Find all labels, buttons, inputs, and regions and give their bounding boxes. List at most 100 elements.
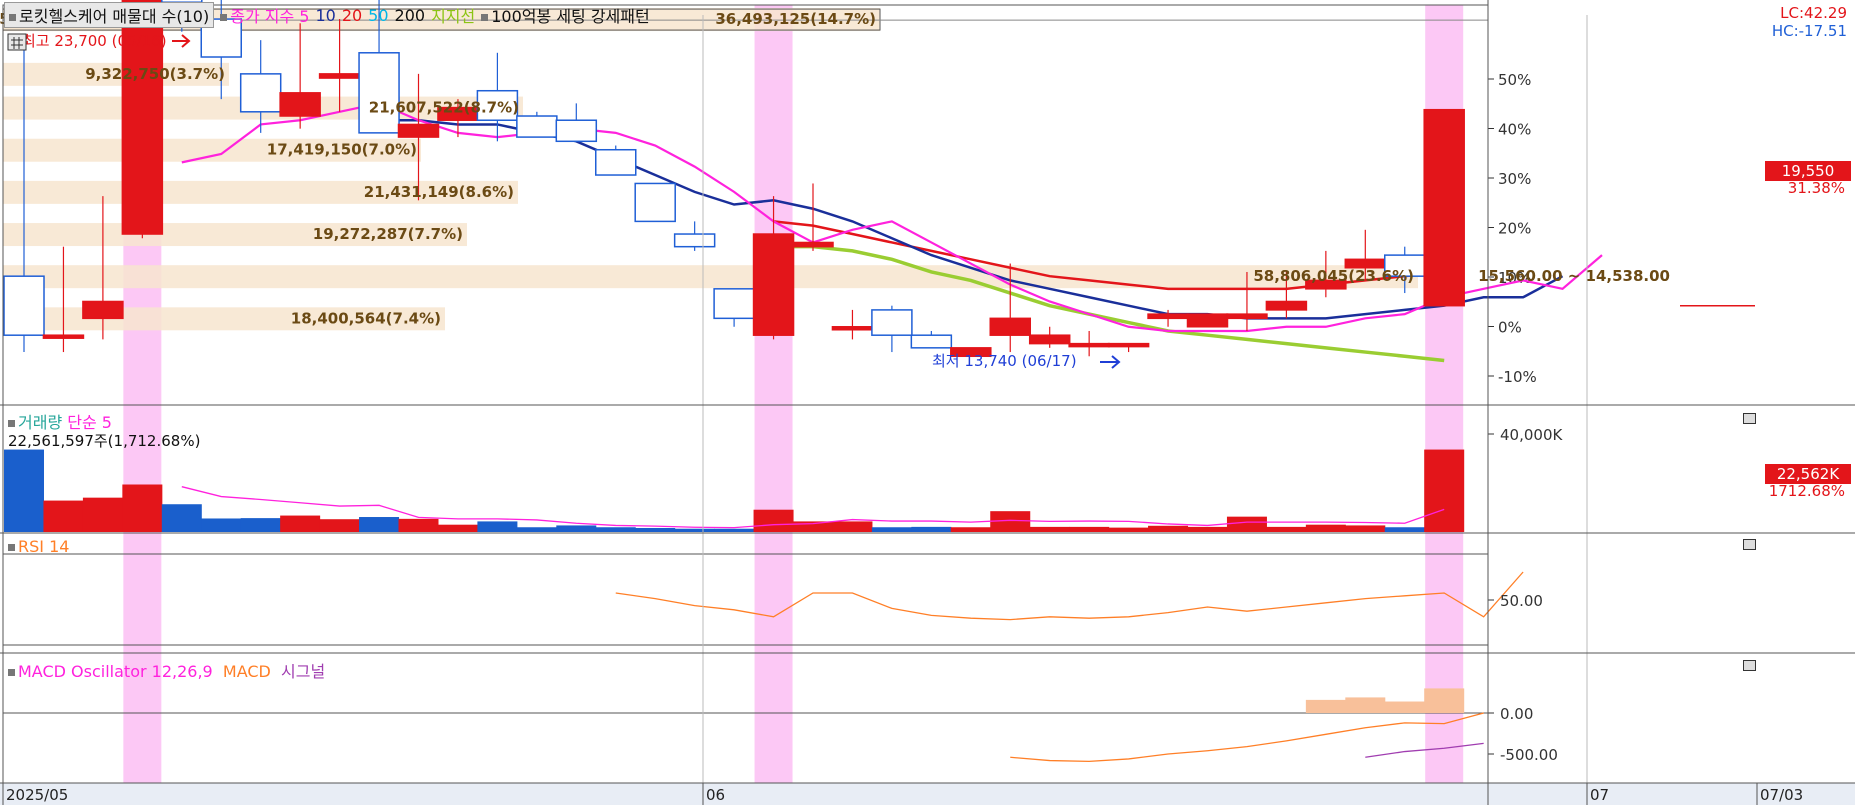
candle [1107, 342, 1150, 348]
macd-osc-bar [1305, 699, 1346, 713]
volume-profile-label: 36,493,125(14.7%) [715, 10, 876, 28]
volume-bar [359, 517, 400, 532]
volume-bar [4, 449, 44, 532]
stock-name-chip[interactable]: 로킷헬스케어 매물대 수(10) [4, 2, 215, 28]
candle [831, 326, 874, 331]
volume-bar [1029, 526, 1070, 532]
volume-bar [1148, 525, 1189, 532]
volume-bar [82, 497, 123, 532]
lc-value: LC:42.29 [1780, 4, 1847, 22]
volume-pane-close-icon[interactable] [1743, 413, 1756, 424]
candle [673, 233, 716, 248]
current-change-pct: 31.38% [1787, 179, 1845, 197]
candle [1068, 342, 1110, 348]
volume-bar [832, 521, 873, 532]
volume-bar [1305, 524, 1346, 532]
candle [516, 115, 558, 138]
volume-profile-label: 19,272,287(7.7%) [313, 225, 463, 243]
low-annotation: 최저 13,740 (06/17) [932, 352, 1077, 370]
volume-bar [595, 527, 636, 532]
ma20-legend[interactable]: 20 [342, 6, 362, 25]
high-annotation: 최고 23,700 (05/16) [22, 32, 167, 50]
volume-profile-label: 21,607,522(8.7%) [369, 99, 519, 117]
candle [3, 275, 45, 336]
volume-bar [1345, 525, 1386, 532]
volume-bar [280, 515, 321, 532]
x-tick-label: 07 [1590, 786, 1609, 804]
ma-legend-label[interactable]: 종가 지수 5 [220, 3, 309, 27]
volume-bar [398, 518, 439, 532]
candle [871, 309, 913, 336]
volume-bar [437, 524, 478, 532]
macd-osc-bar [1345, 697, 1386, 713]
candle [358, 52, 400, 134]
volume-profile-label: 21,431,149(8.6%) [364, 183, 514, 201]
pct-tick-label: 20% [1498, 220, 1531, 238]
volume-bar [911, 526, 952, 532]
macd-tick-label: 0.00 [1500, 705, 1533, 723]
candle [1423, 108, 1465, 307]
volume-profile-bar [3, 265, 1418, 289]
macd-osc-bar [1384, 701, 1425, 713]
x-tick-label: 2025/05 [6, 786, 68, 804]
candle [318, 73, 361, 79]
macd-legend: MACD Oscillator 12,26,9 MACD 시그널 [8, 658, 325, 682]
volume-bar [950, 527, 991, 532]
stock-chart[interactable]: 50%40%30%20%10%0%-10%40,215,636(16.2%)5,… [0, 0, 1855, 805]
volume-bar [1384, 527, 1425, 532]
bottom-axis-area [0, 783, 1855, 805]
ma200-legend[interactable]: 200 [395, 6, 426, 25]
rsi-pane-close-icon[interactable] [1743, 539, 1756, 550]
volume-profile-label: 17,419,150(7.0%) [267, 141, 417, 159]
support-legend[interactable]: 지지선 [431, 3, 475, 27]
pct-tick-label: 30% [1498, 170, 1531, 188]
volume-bar [477, 521, 518, 532]
macd-pane-close-icon[interactable] [1743, 660, 1756, 671]
candle [1147, 313, 1189, 320]
ma10-legend[interactable]: 10 [315, 6, 335, 25]
volume-bar [161, 504, 202, 532]
square-icon [220, 14, 228, 21]
x-tick-label: 07/03 [1760, 786, 1803, 804]
volume-tick-label: 40,000K [1500, 426, 1563, 444]
rsi-tick-label: 50.00 [1500, 592, 1543, 610]
candle [279, 92, 321, 117]
volume-profile-label: 9,322,750(3.7%) [85, 65, 225, 83]
stock-name-label: 로킷헬스케어 매물대 수(10) [19, 7, 210, 26]
highlight-column [754, 5, 793, 783]
hc-value: HC:-17.51 [1771, 22, 1847, 40]
max-volume-label: 22,561,597주(1,712.68%) [8, 432, 201, 450]
macd-osc-bar [1424, 688, 1465, 713]
current-price-tag: 19,550 [1765, 161, 1851, 181]
pct-tick-label: 40% [1498, 121, 1531, 139]
pct-tick-label: 0% [1498, 319, 1522, 337]
macd-tick-label: -500.00 [1500, 746, 1558, 764]
right-axis-area [1488, 0, 1855, 805]
volume-bar [635, 527, 676, 532]
volume-bar [714, 528, 755, 532]
volume-bar [1424, 449, 1465, 532]
pct-tick-label: 50% [1498, 71, 1531, 89]
volume-bar [1108, 527, 1149, 532]
candle [989, 317, 1031, 336]
chart-legend: 로킷헬스케어 매물대 수(10) 종가 지수 5 10 20 50 200 지지… [4, 2, 650, 28]
candle [910, 334, 953, 349]
candle [634, 182, 676, 223]
pattern-legend[interactable]: 100억봉 세팅 강세패턴 [481, 3, 650, 27]
volume-bar [674, 528, 715, 532]
square-icon [481, 14, 489, 21]
candle [713, 288, 755, 320]
volume-profile-label: 18,400,564(7.4%) [291, 309, 441, 327]
volume-bar [1226, 516, 1267, 532]
rsi-legend: RSI 14 [8, 537, 69, 556]
candle [1226, 313, 1268, 320]
volume-change-pct: 1712.68% [1768, 482, 1845, 500]
square-icon [8, 420, 15, 427]
volume-bar [43, 500, 84, 532]
square-icon [8, 544, 15, 551]
ma50-legend[interactable]: 50 [368, 6, 388, 25]
candle [239, 73, 282, 113]
chart-canvas[interactable]: 50%40%30%20%10%0%-10%40,215,636(16.2%)5,… [0, 0, 1855, 805]
volume-bar [201, 518, 242, 532]
volume-bar [516, 527, 557, 532]
